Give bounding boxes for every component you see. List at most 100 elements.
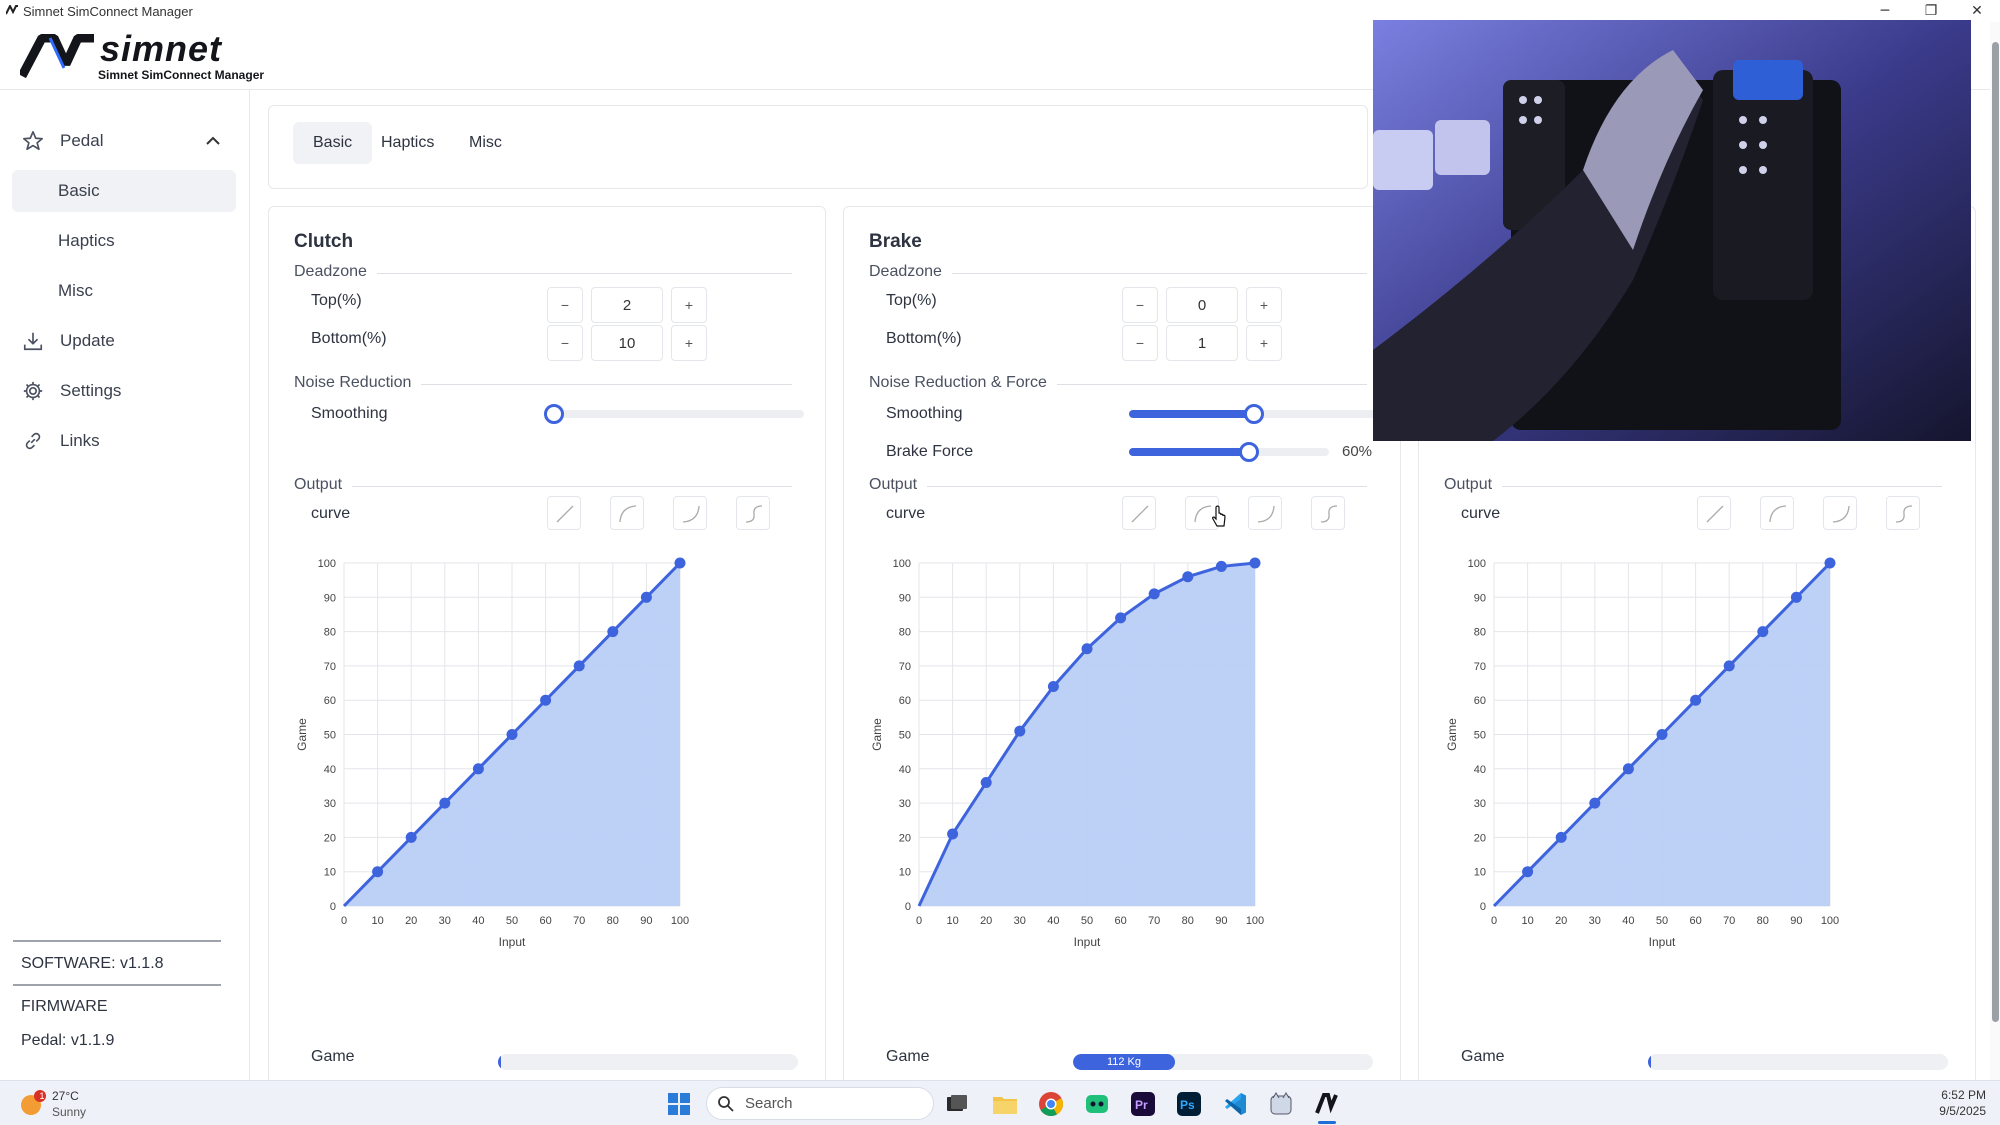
curve-point bbox=[1589, 797, 1601, 809]
brake-force-slider[interactable] bbox=[1129, 442, 1329, 462]
chrome-icon[interactable] bbox=[1036, 1089, 1066, 1119]
curve-convex-button[interactable] bbox=[1823, 496, 1857, 530]
output-curve-chart[interactable]: 0 10 20 30 40 50 60 70 80 90 100 0 10 20 30 40 50 60 70 80 9… bbox=[859, 541, 1289, 1041]
file-explorer-icon[interactable] bbox=[990, 1089, 1020, 1119]
curve-concave-button[interactable] bbox=[610, 496, 644, 530]
windows-start-icon[interactable] bbox=[664, 1089, 694, 1119]
game-progress-fill bbox=[1648, 1054, 1651, 1070]
chevron-up-icon[interactable] bbox=[204, 132, 222, 150]
vertical-scrollbar[interactable] bbox=[1990, 22, 2000, 1080]
bottom-decrement-button[interactable]: − bbox=[547, 325, 583, 361]
sidebar-item-basic[interactable]: Basic bbox=[12, 170, 236, 212]
slider-thumb[interactable] bbox=[1244, 404, 1264, 424]
output-curve-chart[interactable]: 0 10 20 30 40 50 60 70 80 90 100 0 10 20 30 40 50 60 70 80 9… bbox=[284, 541, 714, 1041]
curve-concave-button[interactable] bbox=[1760, 496, 1794, 530]
x-tick-label: 70 bbox=[1723, 915, 1735, 927]
slider-thumb[interactable] bbox=[1239, 442, 1259, 462]
y-tick-label: 0 bbox=[905, 901, 911, 913]
close-button[interactable]: ✕ bbox=[1954, 0, 2000, 22]
x-tick-label: 40 bbox=[1047, 915, 1059, 927]
top-increment-button[interactable]: + bbox=[1246, 287, 1282, 323]
scrollbar-thumb[interactable] bbox=[1992, 42, 1999, 1022]
x-tick-label: 70 bbox=[573, 915, 585, 927]
y-axis-label: Game bbox=[870, 718, 884, 751]
task-view-icon[interactable] bbox=[942, 1089, 972, 1119]
output-label: Output bbox=[294, 476, 353, 494]
output-curve-chart[interactable]: 0 10 20 30 40 50 60 70 80 90 100 0 10 20 30 40 50 60 70 80 9… bbox=[1434, 541, 1864, 1041]
top-label: Top(%) bbox=[311, 292, 362, 309]
sidebar-item-links[interactable]: Links bbox=[12, 420, 236, 462]
tab-haptics[interactable]: Haptics bbox=[361, 122, 454, 164]
curve-linear-button[interactable] bbox=[547, 496, 581, 530]
title-bar: Simnet SimConnect Manager ─ ❐ ✕ bbox=[0, 0, 2000, 22]
bottom-value-field[interactable]: 1 bbox=[1166, 325, 1238, 361]
bottom-increment-button[interactable]: + bbox=[671, 325, 707, 361]
curve-label: curve bbox=[886, 505, 926, 522]
section-divider bbox=[869, 486, 1367, 487]
x-tick-label: 40 bbox=[472, 915, 484, 927]
curve-convex-icon bbox=[1832, 505, 1850, 523]
x-tick-label: 10 bbox=[371, 915, 383, 927]
sidebar-group-pedal[interactable]: Pedal bbox=[12, 120, 236, 162]
curve-linear-button[interactable] bbox=[1122, 496, 1156, 530]
bottom-increment-button[interactable]: + bbox=[1246, 325, 1282, 361]
sidebar-item-settings[interactable]: Settings bbox=[12, 370, 236, 412]
x-tick-label: 60 bbox=[539, 915, 551, 927]
x-tick-label: 60 bbox=[1689, 915, 1701, 927]
curve-convex-button[interactable] bbox=[673, 496, 707, 530]
slider-fill bbox=[1129, 410, 1254, 418]
deadzone-label: Deadzone bbox=[294, 263, 377, 281]
minimize-button[interactable]: ─ bbox=[1862, 0, 1908, 22]
curve-point bbox=[472, 763, 484, 775]
bottom-decrement-button[interactable]: − bbox=[1122, 325, 1158, 361]
bottom-value-field[interactable]: 10 bbox=[591, 325, 663, 361]
y-tick-label: 10 bbox=[1474, 867, 1486, 879]
top-decrement-button[interactable]: − bbox=[547, 287, 583, 323]
top-increment-button[interactable]: + bbox=[671, 287, 707, 323]
x-tick-label: 0 bbox=[1491, 915, 1497, 927]
top-decrement-button[interactable]: − bbox=[1122, 287, 1158, 323]
taskbar-search-field[interactable]: Search bbox=[706, 1087, 934, 1120]
app-kitty-icon[interactable] bbox=[1266, 1089, 1296, 1119]
tab-misc[interactable]: Misc bbox=[449, 122, 522, 164]
smoothing-slider[interactable] bbox=[544, 404, 804, 424]
simnet-logo-mark-icon bbox=[18, 33, 94, 79]
sidebar-item-misc[interactable]: Misc bbox=[12, 270, 236, 312]
sidebar-item-label: Links bbox=[60, 431, 100, 450]
curve-point bbox=[573, 660, 585, 672]
y-tick-label: 30 bbox=[1474, 798, 1486, 810]
simnet-icon[interactable] bbox=[1312, 1089, 1342, 1119]
y-tick-label: 80 bbox=[1474, 627, 1486, 639]
sidebar-item-haptics[interactable]: Haptics bbox=[12, 220, 236, 262]
slider-thumb[interactable] bbox=[544, 404, 564, 424]
sidebar-item-update[interactable]: Update bbox=[12, 320, 236, 362]
x-tick-label: 50 bbox=[1656, 915, 1668, 927]
maximize-button[interactable]: ❐ bbox=[1908, 0, 1954, 22]
y-tick-label: 70 bbox=[899, 661, 911, 673]
top-value-field[interactable]: 2 bbox=[591, 287, 663, 323]
curve-point bbox=[1757, 626, 1769, 638]
taskbar-clock[interactable]: 6:52 PM 9/5/2025 bbox=[1939, 1087, 1986, 1119]
x-tick-label: 30 bbox=[1589, 915, 1601, 927]
curve-point bbox=[1522, 866, 1534, 878]
game-progress-fill bbox=[498, 1054, 501, 1070]
smoothing-slider[interactable] bbox=[1129, 404, 1379, 424]
curve-s-button[interactable] bbox=[1311, 496, 1345, 530]
premiere-icon[interactable]: Pr bbox=[1128, 1089, 1158, 1119]
curve-linear-button[interactable] bbox=[1697, 496, 1731, 530]
y-tick-label: 0 bbox=[330, 901, 336, 913]
curve-s-button[interactable] bbox=[1886, 496, 1920, 530]
top-value-field[interactable]: 0 bbox=[1166, 287, 1238, 323]
curve-convex-button[interactable] bbox=[1248, 496, 1282, 530]
section-divider bbox=[294, 486, 792, 487]
x-tick-label: 80 bbox=[1757, 915, 1769, 927]
app-green-icon[interactable] bbox=[1082, 1089, 1112, 1119]
vscode-icon[interactable] bbox=[1220, 1089, 1250, 1119]
photoshop-icon[interactable]: Ps bbox=[1174, 1089, 1204, 1119]
sidebar-divider bbox=[13, 940, 221, 942]
y-tick-label: 0 bbox=[1480, 901, 1486, 913]
clock-date: 9/5/2025 bbox=[1939, 1104, 1986, 1118]
curve-s-button[interactable] bbox=[736, 496, 770, 530]
y-tick-label: 20 bbox=[1474, 832, 1486, 844]
curve-point bbox=[1249, 557, 1261, 569]
